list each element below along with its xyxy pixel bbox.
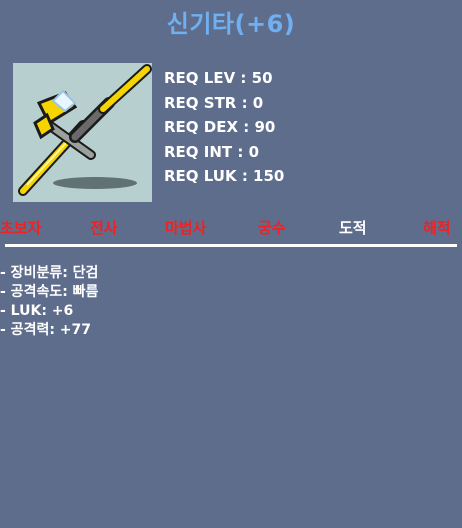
- item-icon-frame: [13, 63, 152, 202]
- stats-list: - 장비분류: 단검 - 공격속도: 빠름 - LUK: +6 - 공격력: +…: [0, 264, 98, 340]
- job-bowman: 궁수: [258, 219, 286, 237]
- job-thief: 도적: [339, 219, 367, 237]
- divider: [5, 244, 457, 247]
- req-level: REQ LEV : 50: [164, 69, 273, 87]
- job-magician: 마법사: [165, 219, 207, 237]
- stat-luk: - LUK: +6: [0, 303, 74, 319]
- job-warrior: 전사: [90, 219, 118, 237]
- item-name: 신기타(+6): [166, 10, 296, 38]
- stat-attack-speed: - 공격속도: 빠름: [0, 284, 99, 300]
- job-beginner: 초보자: [0, 219, 42, 237]
- req-luk: REQ LUK : 150: [164, 167, 285, 185]
- req-str: REQ STR : 0: [164, 93, 264, 112]
- req-int: REQ INT : 0: [164, 142, 260, 161]
- guitar-dagger-icon: [18, 64, 152, 196]
- req-dex: REQ DEX : 90: [164, 118, 276, 136]
- stat-attack: - 공격력: +77: [0, 322, 92, 338]
- requirements-list: REQ LEV : 50 REQ STR : 0 REQ DEX : 90 RE…: [164, 66, 284, 189]
- job-list: 초보자 전사 마법사 궁수 도적 해적: [0, 216, 462, 240]
- stat-category: - 장비분류: 단검: [0, 265, 99, 281]
- job-pirate: 해적: [423, 219, 451, 237]
